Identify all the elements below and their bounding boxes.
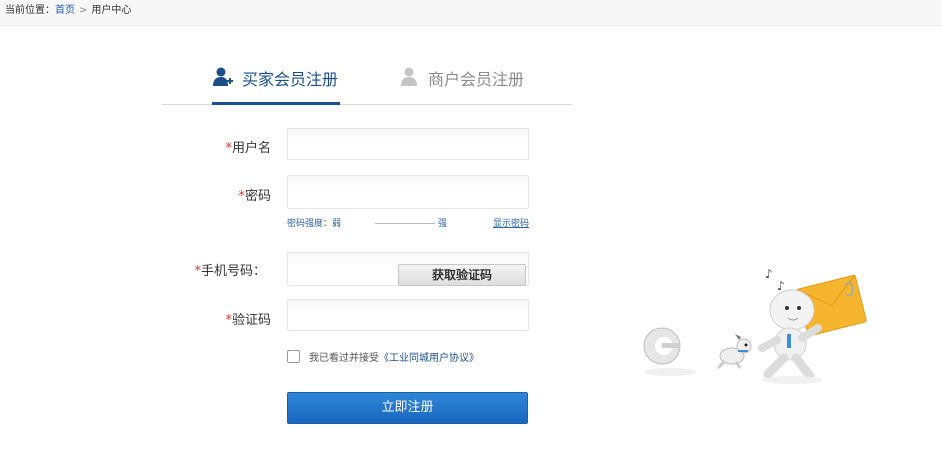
mascot-illustration: ♪ ♪	[643, 267, 867, 384]
svg-text:♪: ♪	[777, 279, 785, 293]
show-password-link[interactable]: 显示密码	[493, 216, 529, 229]
password-label: *密码	[238, 189, 271, 204]
user-add-icon	[213, 67, 233, 86]
code-label: *验证码	[225, 313, 271, 328]
user-icon	[401, 67, 417, 86]
breadcrumb: 当前位置：首页 > 用户中心	[0, 0, 942, 26]
agreement-row: 我已看过并接受 《工业同城用户协议》	[287, 349, 479, 364]
breadcrumb-prefix: 当前位置：	[5, 5, 55, 16]
phone-label: *手机号码：	[194, 264, 266, 279]
register-tabs: 买家会员注册 商户会员注册	[162, 60, 572, 106]
breadcrumb-separator: >	[79, 5, 88, 16]
breadcrumb-current: 用户中心	[91, 5, 132, 16]
get-code-button[interactable]: 获取验证码	[398, 264, 526, 286]
tab-active-underline	[212, 102, 340, 105]
password-input[interactable]	[287, 175, 529, 209]
agreement-link[interactable]: 《工业同城用户协议》	[379, 349, 479, 364]
strength-bar	[375, 223, 435, 224]
username-label: *用户名	[225, 141, 271, 156]
password-strength: 密码强度：弱 强 显示密码	[287, 216, 529, 232]
tab-seller-label: 商户会员注册	[428, 70, 525, 89]
code-input[interactable]	[287, 299, 529, 331]
svg-text:♪: ♪	[765, 267, 773, 281]
breadcrumb-home-link[interactable]: 首页	[55, 5, 75, 16]
agree-checkbox[interactable]	[287, 350, 300, 363]
register-submit-button[interactable]: 立即注册	[287, 392, 528, 424]
strength-weak-label: 密码强度：弱	[287, 219, 342, 229]
tab-buyer-register[interactable]: 买家会员注册	[212, 66, 338, 104]
strength-strong-label: 强	[438, 219, 448, 229]
tab-seller-register[interactable]: 商户会员注册	[398, 66, 524, 104]
username-input[interactable]	[287, 128, 529, 160]
tab-buyer-label: 买家会员注册	[242, 70, 339, 89]
agree-text: 我已看过并接受	[309, 353, 379, 364]
